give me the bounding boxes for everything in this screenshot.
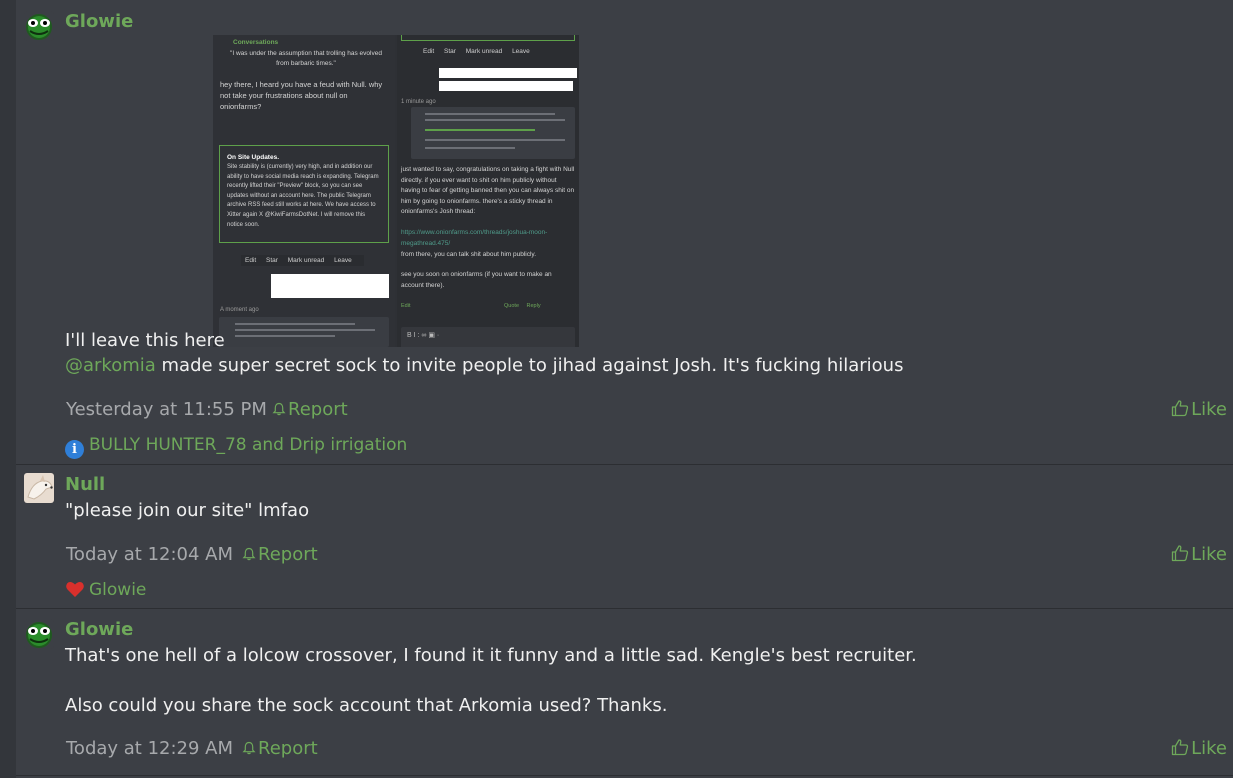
screenshot-right-box xyxy=(401,35,575,41)
heart-reaction-icon xyxy=(66,581,84,597)
card-line xyxy=(425,139,565,141)
screenshot-time: A moment ago xyxy=(220,307,259,313)
reactions-bar[interactable]: i BULLY HUNTER_78 and Drip irrigation xyxy=(65,435,407,459)
info-reaction-icon: i xyxy=(65,440,84,459)
screenshot-action-item: Reply xyxy=(526,303,541,309)
post-text: I'll leave this here xyxy=(65,330,225,351)
screenshot-toolbar-item: Edit xyxy=(423,48,435,55)
screenshot-right-column: Edit Star Mark unread Leave 1 minute ago… xyxy=(397,35,579,347)
post: Glowie That's one hell of a lolcow cross… xyxy=(16,609,1233,776)
thread-container: Glowie Conversations "I was under the as… xyxy=(16,0,1233,778)
dog-avatar-icon xyxy=(24,473,54,503)
screenshot-notice-box: On Site Updates. Site stability is (curr… xyxy=(219,145,389,243)
screenshot-link: https://www.onionfarms.com/threads/joshu… xyxy=(401,229,548,247)
post-timestamp[interactable]: Today at 12:29 AM xyxy=(66,738,233,759)
report-button[interactable]: Report xyxy=(242,738,318,759)
bell-icon xyxy=(242,741,256,755)
screenshot-toolbar-item: Mark unread xyxy=(465,48,503,55)
frog-avatar-icon xyxy=(24,619,54,649)
screenshot-action-item: Edit xyxy=(401,303,411,309)
screenshot-actions: Edit Quote Reply xyxy=(401,301,575,311)
screenshot-action-item: Quote xyxy=(504,303,519,309)
screenshot-card xyxy=(219,317,389,347)
reactions-bar[interactable]: Glowie xyxy=(65,580,146,600)
card-line xyxy=(425,129,535,131)
post-text: "please join our site" lmfao xyxy=(65,500,310,521)
card-line xyxy=(235,335,335,337)
like-label: Like xyxy=(1191,399,1227,420)
reactions-users[interactable]: Glowie xyxy=(89,580,146,600)
thumbs-up-icon xyxy=(1171,400,1189,417)
screenshot-left-column: Conversations "I was under the assumptio… xyxy=(213,35,395,347)
screenshot-time: 1 minute ago xyxy=(401,99,436,105)
like-label: Like xyxy=(1191,544,1227,565)
screenshot-toolbar-item: Mark unread xyxy=(287,257,325,264)
frog-avatar-icon xyxy=(24,11,54,41)
screenshot-message: just wanted to say, congratulations on t… xyxy=(401,166,575,215)
screenshot-notice-body: Site stability is (currently) very high,… xyxy=(227,164,379,228)
bell-icon xyxy=(272,402,286,416)
editor-toolbar: B I : ∞ ▣ · xyxy=(407,332,440,339)
report-button[interactable]: Report xyxy=(242,544,318,565)
username[interactable]: Null xyxy=(65,474,105,495)
like-button[interactable]: Like xyxy=(1171,544,1227,565)
screenshot-message: hey there, I heard you have a feud with … xyxy=(220,80,383,111)
post-text-span: made super secret sock to invite people … xyxy=(155,355,904,376)
post-text: That's one hell of a lolcow crossover, I… xyxy=(65,645,917,666)
post-text: Also could you share the sock account th… xyxy=(65,695,668,716)
like-label: Like xyxy=(1191,738,1227,759)
report-label: Report xyxy=(288,399,348,420)
username[interactable]: Glowie xyxy=(65,619,133,640)
card-line xyxy=(235,323,355,325)
post-timestamp[interactable]: Today at 12:04 AM xyxy=(66,544,233,565)
thumbs-up-icon xyxy=(1171,739,1189,756)
screenshot-quote: "I was under the assumption that trollin… xyxy=(230,50,382,67)
username[interactable]: Glowie xyxy=(65,11,133,32)
report-label: Report xyxy=(258,544,318,565)
report-button[interactable]: Report xyxy=(272,399,348,420)
bell-icon xyxy=(242,547,256,561)
avatar[interactable] xyxy=(24,619,54,649)
screenshot-toolbar-item: Leave xyxy=(334,257,352,264)
card-line xyxy=(425,113,555,115)
screenshot-editor: B I : ∞ ▣ · xyxy=(401,327,575,347)
reactions-users[interactable]: BULLY HUNTER_78 and Drip irrigation xyxy=(89,435,407,455)
card-line xyxy=(235,329,375,331)
screenshot-notice-title: On Site Updates. xyxy=(227,154,280,161)
screenshot-message: from there, you can talk shit about him … xyxy=(401,251,536,258)
screenshot-toolbar: Edit Star Mark unread Leave xyxy=(241,255,364,266)
screenshot-card xyxy=(411,107,575,159)
screenshot-toolbar-item: Star xyxy=(266,257,278,264)
avatar[interactable] xyxy=(24,473,54,503)
screenshot-toolbar-item: Leave xyxy=(512,48,530,55)
user-mention[interactable]: @arkomia xyxy=(65,355,156,376)
screenshot-toolbar: Edit Star Mark unread Leave xyxy=(423,48,538,55)
post: Glowie Conversations "I was under the as… xyxy=(16,0,1233,465)
like-button[interactable]: Like xyxy=(1171,738,1227,759)
like-button[interactable]: Like xyxy=(1171,399,1227,420)
avatar[interactable] xyxy=(24,11,54,41)
screenshot-toolbar-item: Star xyxy=(444,48,456,55)
redaction-bar xyxy=(439,68,577,78)
post-text: @arkomia made super secret sock to invit… xyxy=(65,353,903,378)
screenshot-header: Conversations xyxy=(233,39,279,46)
post-timestamp[interactable]: Yesterday at 11:55 PM xyxy=(66,399,267,420)
report-label: Report xyxy=(258,738,318,759)
redaction-bar xyxy=(271,274,389,298)
card-line xyxy=(425,119,565,121)
screenshot-toolbar-item: Edit xyxy=(245,257,257,264)
redaction-bar xyxy=(439,81,573,91)
screenshot-message: see you soon on onionfarms (if you want … xyxy=(401,271,552,289)
card-line xyxy=(425,147,515,149)
thumbs-up-icon xyxy=(1171,545,1189,562)
post: Null "please join our site" lmfao Today … xyxy=(16,465,1233,609)
attached-screenshot-image[interactable]: Conversations "I was under the assumptio… xyxy=(213,35,579,347)
